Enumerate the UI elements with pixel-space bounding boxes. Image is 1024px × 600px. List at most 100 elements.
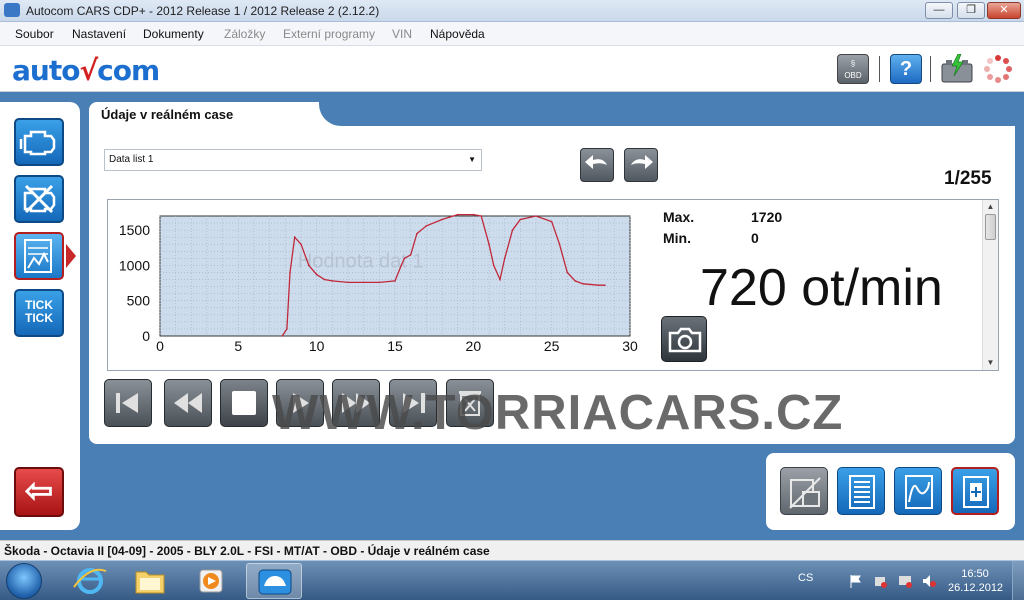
flag-tray-icon[interactable] (849, 574, 863, 588)
rewind-button[interactable] (164, 379, 212, 427)
x-tick-label: 25 (544, 338, 560, 354)
data-point (472, 213, 475, 216)
maximize-button[interactable]: ❐ (957, 2, 985, 19)
close-button[interactable]: ✕ (987, 2, 1021, 19)
menu-vin[interactable]: VIN (392, 27, 412, 41)
data-point (347, 281, 349, 284)
arrow-left-icon (585, 155, 607, 169)
camera-icon (668, 327, 702, 353)
clock-time: 16:50 (961, 568, 989, 580)
graph-view-button[interactable] (894, 467, 942, 515)
menu-nastaveni[interactable]: Nastavení (72, 27, 126, 41)
battery-status-icon (940, 53, 974, 84)
scroll-up-icon[interactable]: ▲ (983, 200, 998, 214)
left-nav-panel: TICK TICK ⇦ (0, 102, 80, 530)
autocom-taskbar-icon[interactable] (246, 563, 302, 599)
min-value: 0 (751, 230, 759, 246)
clock-date: 26.12.2012 (948, 582, 1004, 594)
data-point (535, 215, 537, 217)
data-list-select[interactable]: Data list 1 ▼ (104, 149, 482, 171)
data-point (550, 220, 553, 223)
file-explorer-icon[interactable] (122, 563, 178, 599)
scroll-down-icon[interactable]: ▼ (983, 356, 998, 370)
tick-tick-label: TICK TICK (25, 298, 53, 325)
print-save-button[interactable] (780, 467, 828, 515)
x-tick-label: 30 (622, 338, 638, 354)
x-tick-label: 0 (156, 338, 164, 354)
data-point (403, 257, 406, 260)
max-value: 1720 (751, 209, 783, 225)
engine-crossed-icon (23, 184, 56, 214)
data-point (492, 264, 495, 267)
system-clock[interactable]: 16:50 26.12.2012 (948, 567, 1004, 595)
network-tray-icon[interactable] (898, 574, 912, 588)
media-player-icon[interactable] (184, 563, 240, 599)
x-tick-label: 10 (309, 338, 325, 354)
status-bar: Škoda - Octavia II [04-09] - 2005 - BLY … (0, 540, 1024, 560)
data-point (281, 335, 283, 337)
menu-externi-programy[interactable]: Externí programy (283, 27, 375, 41)
panel-tab-curve (319, 102, 1015, 126)
print-disk-icon (789, 477, 821, 509)
y-tick-label: 1000 (119, 257, 150, 273)
language-indicator[interactable]: CS (798, 572, 813, 584)
engine-diagnosis-button[interactable] (14, 118, 64, 166)
window-title: Autocom CARS CDP+ - 2012 Release 1 / 201… (26, 4, 380, 18)
scroll-thumb[interactable] (985, 214, 996, 240)
volume-muted-icon[interactable] (922, 574, 936, 588)
engine-icon (19, 130, 56, 156)
minimize-button[interactable]: — (925, 2, 953, 19)
data-point (511, 229, 514, 231)
menu-soubor[interactable]: Soubor (15, 27, 54, 41)
min-label: Min. (663, 230, 691, 246)
menu-bar: Soubor Nastavení Dokumenty Záložky Exter… (0, 22, 1024, 46)
skip-to-start-button[interactable] (104, 379, 152, 427)
menu-dokumenty[interactable]: Dokumenty (143, 27, 204, 41)
snapshot-button[interactable] (661, 316, 707, 362)
start-button[interactable] (6, 563, 42, 599)
data-point (331, 280, 334, 282)
x-tick-label: 5 (234, 338, 242, 354)
obd-icon[interactable]: § OBD (837, 54, 869, 84)
data-point (597, 284, 600, 286)
data-point (378, 281, 381, 284)
window-titlebar: Autocom CARS CDP+ - 2012 Release 1 / 201… (0, 0, 1024, 22)
data-point (566, 271, 569, 274)
data-point (289, 271, 291, 274)
logo-bar: auto√com § OBD ? (0, 46, 1024, 92)
stop-icon (232, 391, 256, 415)
parameter-list-button[interactable] (837, 467, 885, 515)
panel-tab: Údaje v reálném case (89, 102, 329, 128)
data-point (480, 215, 482, 217)
next-parameter-button[interactable] (624, 148, 658, 182)
max-label: Max. (663, 209, 695, 225)
chart-scrollbar[interactable]: ▲ ▼ (982, 200, 998, 370)
data-point (400, 264, 403, 267)
y-tick-label: 0 (142, 328, 150, 344)
realtime-data-button[interactable] (14, 232, 64, 280)
chart-title: Hodnota dat 1 (298, 250, 424, 272)
settings-view-button[interactable] (951, 467, 999, 515)
connection-spinner-icon (982, 54, 1014, 84)
previous-parameter-button[interactable] (580, 148, 614, 182)
menu-zalozky[interactable]: Záložky (224, 27, 265, 41)
rewind-icon (174, 393, 202, 413)
clear-codes-button[interactable] (14, 175, 64, 223)
skip-start-icon (116, 393, 138, 413)
internet-explorer-icon[interactable] (62, 563, 118, 599)
back-button[interactable]: ⇦ (14, 467, 64, 517)
data-point (323, 278, 326, 281)
data-point (315, 273, 318, 276)
panel-title: Údaje v reálném case (101, 107, 234, 122)
menu-napoveda[interactable]: Nápověda (430, 27, 485, 41)
autocom-logo: auto√com (12, 54, 160, 87)
tick-tick-button[interactable]: TICK TICK (14, 289, 64, 337)
data-point (362, 281, 365, 284)
data-point (441, 218, 443, 221)
app-icon (4, 3, 20, 17)
usb-tray-icon[interactable] (873, 574, 887, 588)
stop-button[interactable] (220, 379, 268, 427)
parameter-select-icon (963, 476, 989, 508)
show-desktop-button[interactable] (1012, 561, 1024, 600)
help-icon[interactable]: ? (890, 54, 922, 84)
